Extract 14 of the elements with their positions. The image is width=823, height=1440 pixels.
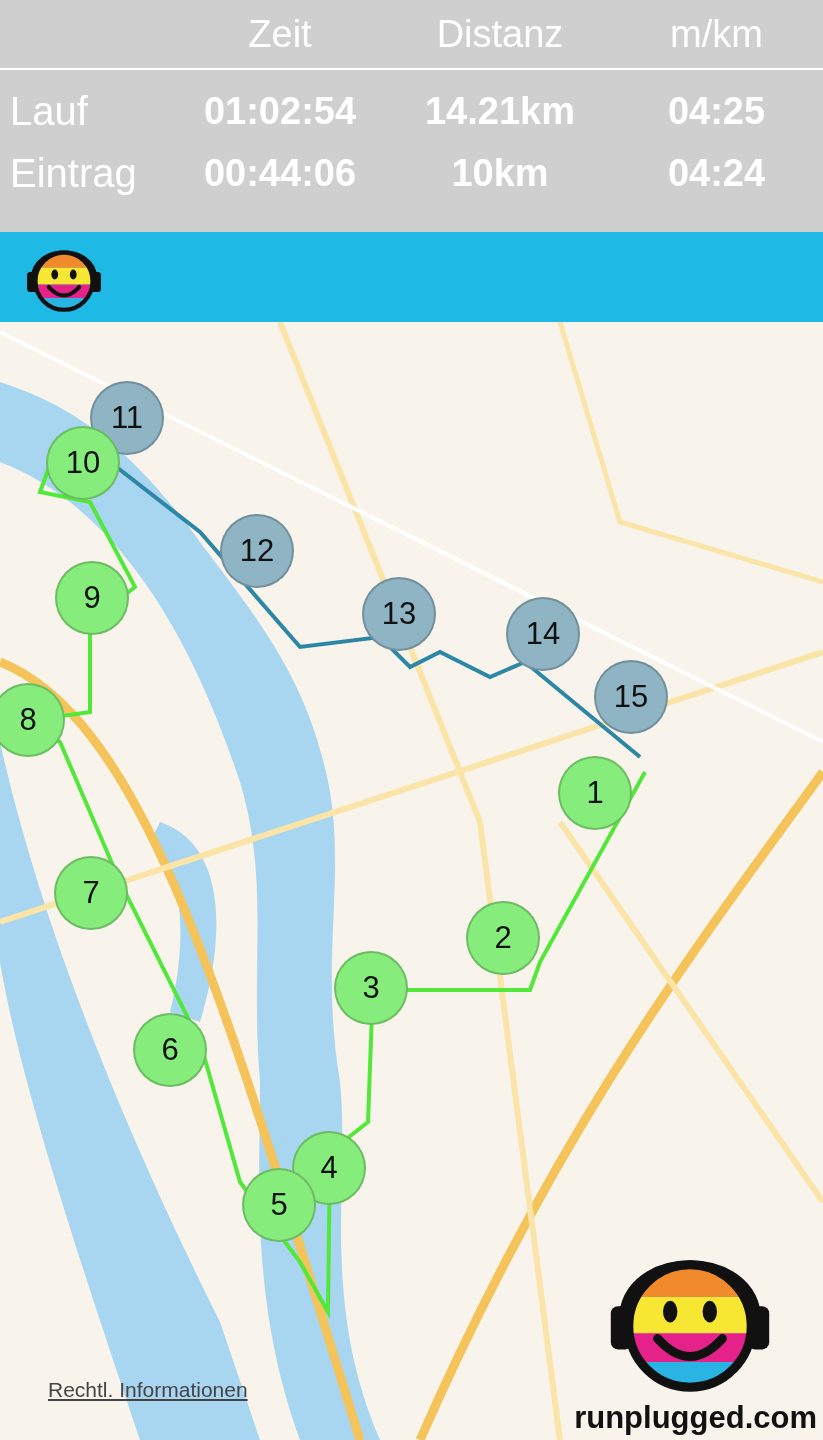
route-marker[interactable]: 5 xyxy=(242,1168,316,1242)
legal-link[interactable]: Rechtl. Informationen xyxy=(48,1378,248,1402)
route-marker[interactable]: 6 xyxy=(133,1013,207,1087)
route-marker[interactable]: 14 xyxy=(506,597,580,671)
route-marker[interactable]: 3 xyxy=(334,951,408,1025)
route-marker[interactable]: 7 xyxy=(54,856,128,930)
route-marker[interactable]: 9 xyxy=(55,561,129,635)
route-marker[interactable]: 13 xyxy=(362,577,436,651)
brand-text: runplugged.com xyxy=(574,1400,817,1436)
route-marker[interactable]: 15 xyxy=(594,660,668,734)
route-marker[interactable]: 1 xyxy=(558,756,632,830)
route-marker[interactable]: 8 xyxy=(0,683,65,757)
route-marker[interactable]: 2 xyxy=(466,901,540,975)
route-marker[interactable]: 12 xyxy=(220,514,294,588)
